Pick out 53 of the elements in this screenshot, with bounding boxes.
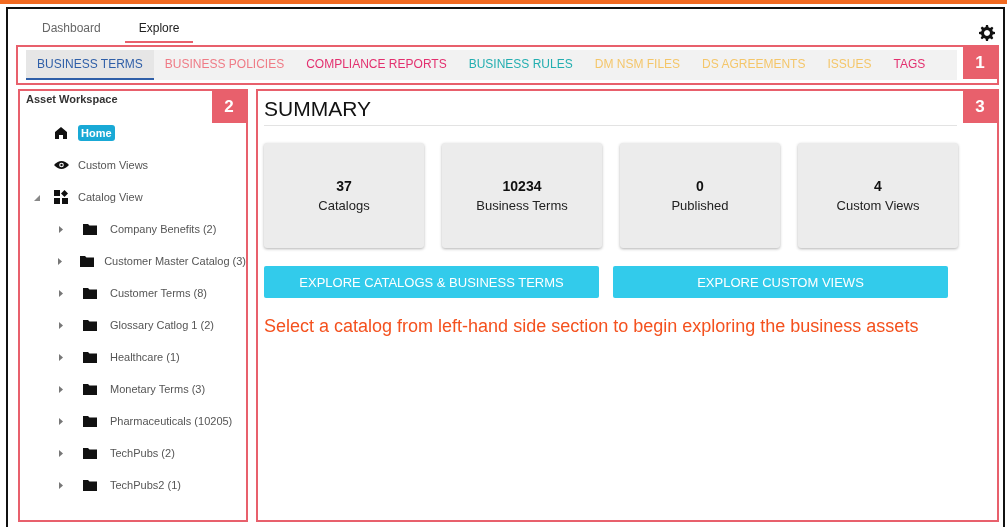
stat-value: 0 — [696, 178, 704, 194]
tree-item[interactable]: Custom Views — [78, 159, 149, 171]
expand-caret-icon[interactable] — [58, 385, 64, 393]
tree-item[interactable]: Healthcare (1) — [110, 351, 180, 363]
category-tab[interactable]: COMPLIANCE REPORTS — [295, 50, 458, 80]
sidebar-title: Asset Workspace — [26, 93, 119, 105]
expand-caret-icon[interactable] — [58, 321, 64, 329]
tree-item[interactable]: Customer Terms (8) — [110, 287, 207, 299]
widgets-icon — [54, 190, 68, 204]
tree-item[interactable]: Glossary Catlog 1 (2) — [110, 319, 214, 331]
expand-caret-icon[interactable] — [58, 449, 64, 457]
folder-icon — [83, 319, 97, 331]
tree-item[interactable]: Pharmaceuticals (10205) — [110, 415, 233, 427]
tree-item[interactable]: TechPubs2 (1) — [110, 479, 181, 491]
nav-tab[interactable]: Explore — [124, 13, 194, 43]
callout-number: 3 — [963, 91, 997, 123]
tree-item[interactable]: Monetary Terms (3) — [110, 383, 206, 395]
tree-item[interactable]: TechPubs (2) — [110, 447, 175, 459]
summary-title: SUMMARY — [264, 91, 957, 126]
eye-icon — [53, 160, 69, 170]
folder-icon — [83, 447, 97, 459]
collapse-caret-icon[interactable] — [34, 193, 40, 201]
expand-caret-icon[interactable] — [58, 225, 64, 233]
expand-caret-icon[interactable] — [58, 417, 64, 425]
category-tab[interactable]: BUSINESS TERMS — [26, 50, 154, 80]
stat-value: 4 — [874, 178, 882, 194]
stat-value: 10234 — [502, 178, 542, 194]
stat-label: Custom Views — [836, 198, 920, 213]
callout-number: 2 — [212, 91, 246, 123]
folder-icon — [79, 255, 94, 267]
expand-caret-icon[interactable] — [57, 257, 64, 265]
folder-icon — [83, 383, 97, 395]
tree-item[interactable]: Customer Master Catalog (3) — [104, 255, 246, 267]
callout-number: 1 — [963, 47, 997, 79]
category-tab[interactable]: TAGS — [882, 50, 937, 80]
stat-value: 37 — [336, 178, 352, 194]
stat-label: Published — [671, 198, 729, 213]
folder-icon — [83, 287, 97, 299]
home-icon — [55, 127, 67, 139]
settings-icon[interactable] — [979, 25, 995, 41]
tree-item[interactable]: Catalog View — [78, 191, 143, 203]
tree-item[interactable]: Company Benefits (2) — [110, 223, 217, 235]
folder-icon — [83, 415, 97, 427]
hint-message: Select a catalog from left-hand side section to begin exploring the business assets — [264, 316, 920, 337]
folder-icon — [83, 223, 97, 235]
expand-caret-icon[interactable] — [58, 481, 64, 489]
stat-label: Catalogs — [318, 198, 370, 213]
expand-caret-icon[interactable] — [58, 353, 64, 361]
folder-icon — [83, 479, 97, 491]
nav-tab[interactable]: Dashboard — [28, 13, 115, 43]
folder-icon — [83, 351, 97, 363]
expand-caret-icon[interactable] — [58, 289, 64, 297]
stat-label: Business Terms — [476, 198, 568, 213]
